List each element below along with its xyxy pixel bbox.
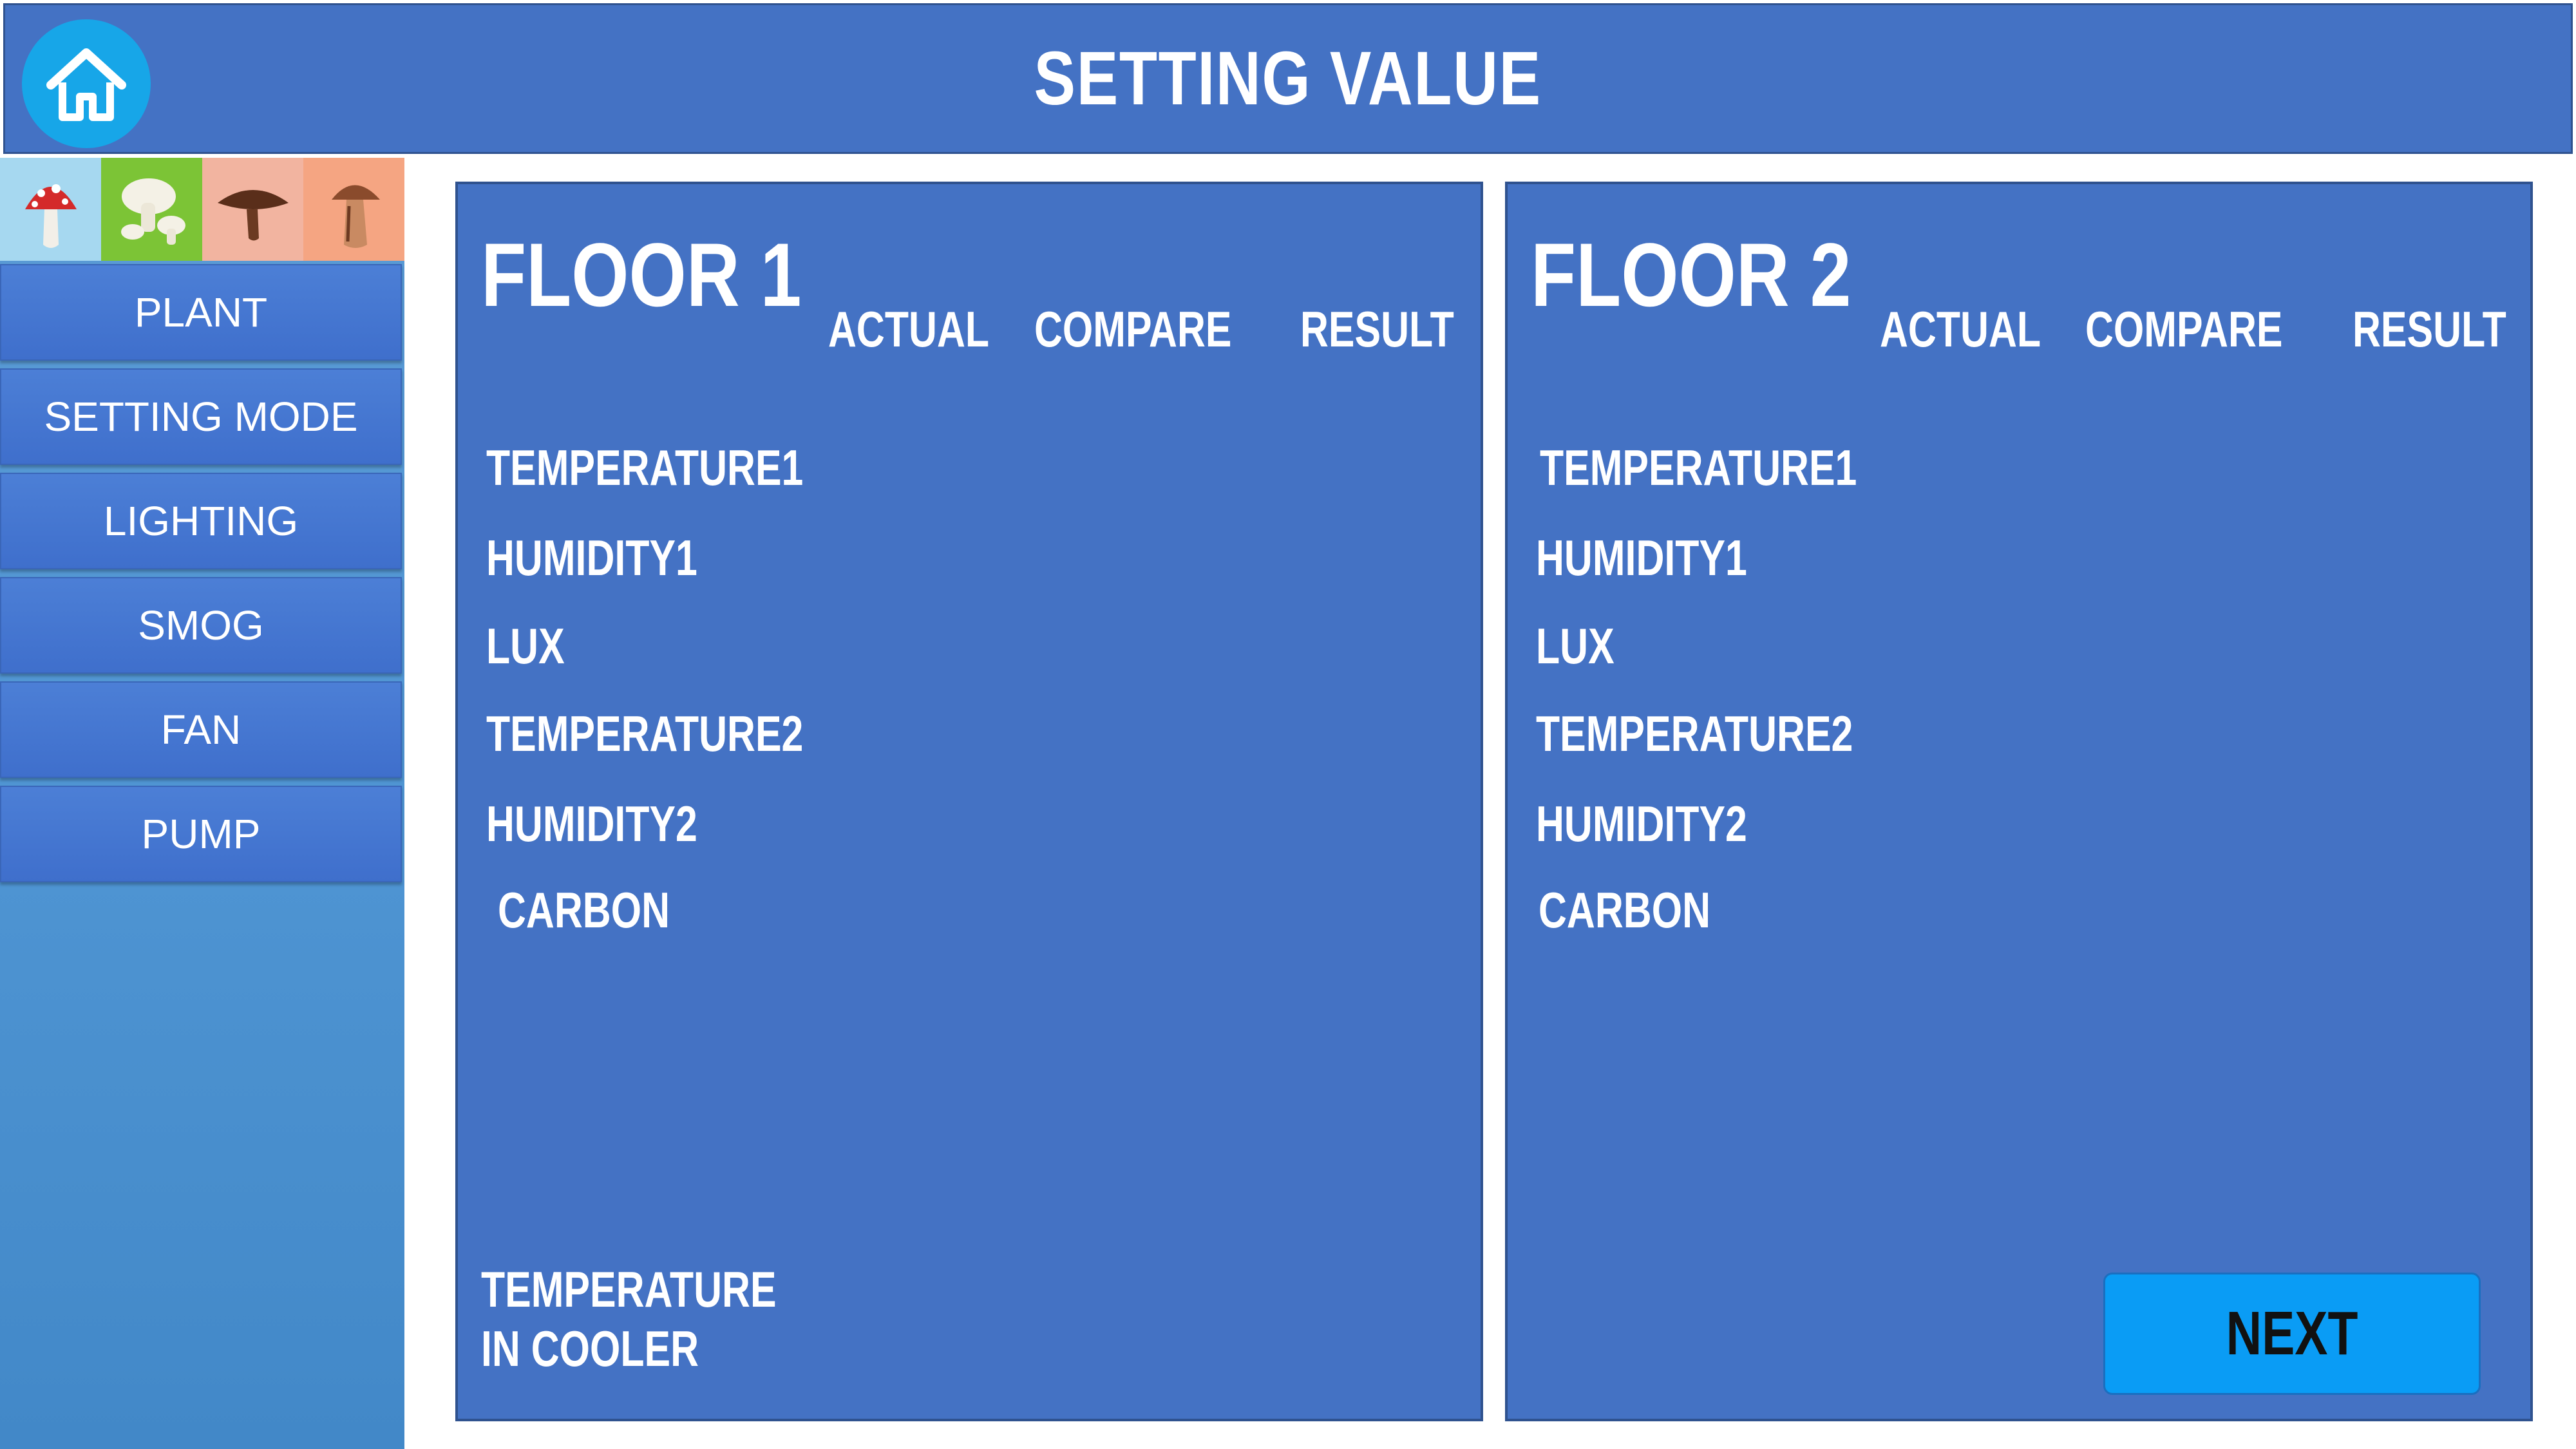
floor1-row-temperature1: TEMPERATURE1 — [486, 439, 804, 496]
floor1-col-compare: COMPARE — [1034, 301, 1232, 357]
floor2-col-actual: ACTUAL — [1880, 301, 2041, 357]
sidebar-item-lighting[interactable]: LIGHTING — [0, 473, 402, 569]
floor2-row-temperature2: TEMPERATURE2 — [1536, 705, 1853, 762]
floor1-title: FLOOR 1 — [481, 224, 802, 325]
floor2-row-temperature1: TEMPERATURE1 — [1540, 439, 1857, 496]
sidebar-item-label: FAN — [160, 706, 242, 753]
floor1-row-humidity1: HUMIDITY1 — [486, 529, 697, 586]
sidebar-menu: PLANT SETTING MODE LIGHTING SMOG FAN PUM… — [0, 264, 404, 890]
floor2-panel: FLOOR 2 ACTUAL COMPARE RESULT TEMPERATUR… — [1505, 182, 2533, 1421]
mushroom-icon-row — [0, 158, 404, 261]
page-title: SETTING VALUE — [1034, 36, 1542, 121]
floor1-col-actual: ACTUAL — [828, 301, 990, 357]
porcini-mushroom-icon — [303, 158, 404, 261]
floor1-col-result: RESULT — [1300, 301, 1454, 357]
floor2-row-humidity1: HUMIDITY1 — [1536, 529, 1747, 586]
home-icon — [46, 48, 126, 121]
sidebar-item-plant[interactable]: PLANT — [0, 264, 402, 361]
sidebar-item-label: PUMP — [141, 811, 261, 857]
floor2-col-compare: COMPARE — [2085, 301, 2283, 357]
sidebar-item-smog[interactable]: SMOG — [0, 577, 402, 674]
floor1-panel: FLOOR 1 ACTUAL COMPARE RESULT TEMPERATUR… — [455, 182, 1483, 1421]
white-mushroom-icon — [101, 158, 202, 261]
sidebar-item-label: PLANT — [134, 289, 268, 336]
sidebar-item-label: SMOG — [138, 602, 264, 649]
sidebar-item-setting-mode[interactable]: SETTING MODE — [0, 368, 402, 465]
floor1-row-lux: LUX — [486, 618, 565, 674]
sidebar-item-label: SETTING MODE — [44, 393, 358, 440]
sidebar: PLANT SETTING MODE LIGHTING SMOG FAN PUM… — [0, 158, 404, 1449]
sidebar-item-pump[interactable]: PUMP — [0, 786, 402, 882]
sidebar-item-label: LIGHTING — [103, 498, 299, 544]
amanita-mushroom-icon — [0, 158, 101, 261]
floor1-row-humidity2: HUMIDITY2 — [486, 795, 697, 852]
floor1-row-carbon: CARBON — [498, 882, 670, 938]
next-button[interactable]: NEXT — [2103, 1273, 2481, 1395]
floor2-col-result: RESULT — [2353, 301, 2506, 357]
temperature-in-cooler-label: TEMPERATURE IN COOLER — [481, 1261, 777, 1377]
floor2-row-humidity2: HUMIDITY2 — [1536, 795, 1747, 852]
floor2-title: FLOOR 2 — [1531, 224, 1852, 325]
floor2-row-lux: LUX — [1536, 618, 1615, 674]
floor2-row-carbon: CARBON — [1539, 882, 1711, 938]
brown-cap-mushroom-icon — [202, 158, 303, 261]
sidebar-item-fan[interactable]: FAN — [0, 681, 402, 778]
header-bar: SETTING VALUE — [3, 3, 2573, 154]
home-button[interactable] — [22, 19, 151, 148]
floor1-row-temperature2: TEMPERATURE2 — [486, 705, 804, 762]
